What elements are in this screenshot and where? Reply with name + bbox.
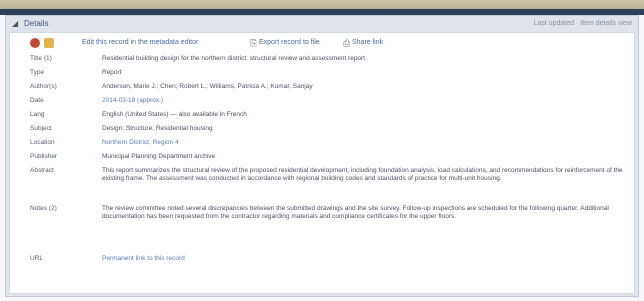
detail-row: Subject Design; Structure; Residential ho… bbox=[10, 125, 634, 135]
detail-value: Anderson, Marie J.; Chen, Robert L.; Wil… bbox=[102, 83, 313, 90]
detail-label: Subject bbox=[30, 125, 52, 132]
detail-row: URL Permanent link to this record bbox=[10, 255, 634, 265]
collapse-toggle-icon[interactable]: ◢ bbox=[12, 18, 18, 30]
detail-row: Lang English (United States) — also avail… bbox=[10, 111, 634, 121]
detail-value: This report summarizes the structural re… bbox=[102, 167, 623, 182]
detail-value: The review committee noted several discr… bbox=[102, 205, 609, 220]
detail-row: Title (1) Residential building design for… bbox=[10, 55, 634, 65]
share-icon[interactable]: ⎙ bbox=[343, 37, 350, 49]
export-icon[interactable]: ⎘ bbox=[250, 37, 257, 49]
detail-label: URL bbox=[30, 255, 44, 262]
detail-label: Location bbox=[30, 139, 55, 146]
detail-value-link[interactable]: 2014-03-18 (approx.) bbox=[102, 97, 630, 105]
detail-value-link[interactable]: Permanent link to this record bbox=[102, 255, 630, 263]
detail-row: Abstract This report summarizes the struc… bbox=[10, 167, 634, 201]
details-container: ◢ Details Last updated · Item details vi… bbox=[5, 15, 639, 297]
detail-value: Residential building design for the nort… bbox=[102, 55, 366, 62]
detail-value-link[interactable]: Northern District, Region 4 bbox=[102, 139, 630, 147]
details-header: ◢ Details Last updated · Item details vi… bbox=[8, 17, 636, 31]
detail-value: Report bbox=[102, 69, 122, 76]
detail-value: Design; Structure; Residential housing bbox=[102, 125, 213, 132]
detail-row: Publisher Municipal Planning Department a… bbox=[10, 153, 634, 163]
detail-label: Publisher bbox=[30, 153, 58, 160]
detail-label: Title (1) bbox=[30, 55, 52, 62]
details-title: Details bbox=[24, 19, 49, 28]
header-right-text: Last updated · Item details view bbox=[533, 20, 632, 27]
detail-label: Author(s) bbox=[30, 83, 57, 90]
export-record-link[interactable]: Export record to file bbox=[259, 37, 320, 49]
detail-row: Notes (2) The review committee noted seve… bbox=[10, 205, 634, 249]
details-panel: Edit this record in the metadata editor … bbox=[9, 32, 635, 294]
detail-label: Type bbox=[30, 69, 45, 76]
detail-label: Date bbox=[30, 97, 44, 104]
detail-label: Notes (2) bbox=[30, 205, 57, 212]
detail-row: Location Northern District, Region 4 bbox=[10, 139, 634, 149]
detail-value: Municipal Planning Department archive bbox=[102, 153, 216, 160]
detail-row: Type Report bbox=[10, 69, 634, 79]
share-link[interactable]: Share link bbox=[352, 37, 383, 49]
window-top-band bbox=[0, 0, 644, 9]
toolbar: Edit this record in the metadata editor … bbox=[10, 33, 634, 53]
record-icon[interactable] bbox=[30, 38, 40, 48]
edit-record-link[interactable]: Edit this record in the metadata editor bbox=[82, 37, 198, 49]
detail-value: English (United States) — also available… bbox=[102, 111, 247, 118]
detail-label: Abstract bbox=[30, 167, 54, 174]
folder-icon[interactable] bbox=[44, 38, 54, 48]
detail-label: Lang bbox=[30, 111, 45, 118]
detail-row: Date 2014-03-18 (approx.) bbox=[10, 97, 634, 107]
detail-row: Author(s) Anderson, Marie J.; Chen, Rober… bbox=[10, 83, 634, 93]
